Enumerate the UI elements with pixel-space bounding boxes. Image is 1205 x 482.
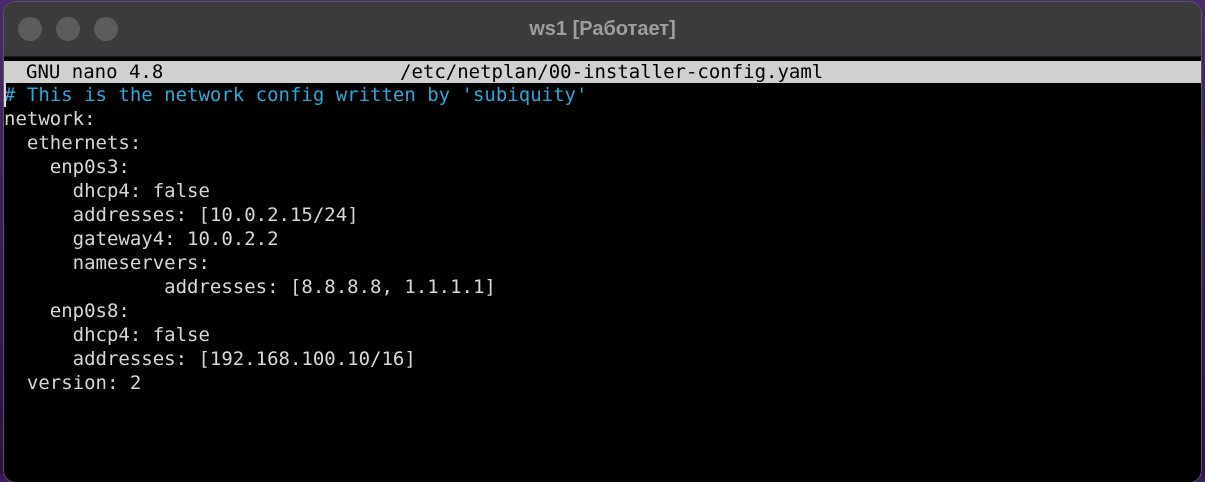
nano-title-bar: GNU nano 4.8 /etc/netplan/00-installer-c… xyxy=(4,61,1201,83)
editor-line: addresses: [8.8.8.8, 1.1.1.1] xyxy=(4,276,496,298)
desktop-background: ws1 [Работает] GNU nano 4.8 /etc/netplan… xyxy=(0,0,1205,482)
editor-line: enp0s3: xyxy=(4,156,130,178)
editor-line: dhcp4: false xyxy=(4,180,210,202)
nano-version: GNU nano 4.8 xyxy=(26,61,164,83)
editor-line: enp0s8: xyxy=(4,300,130,322)
vm-window: ws1 [Работает] GNU nano 4.8 /etc/netplan… xyxy=(4,2,1201,482)
text-cursor xyxy=(4,83,6,107)
nano-editor-buffer[interactable]: # This is the network config written by … xyxy=(4,83,1201,395)
terminal-screen[interactable]: GNU nano 4.8 /etc/netplan/00-installer-c… xyxy=(4,57,1201,482)
editor-line: addresses: [192.168.100.10/16] xyxy=(4,348,416,370)
window-title: ws1 [Работает] xyxy=(529,18,676,40)
window-titlebar[interactable]: ws1 [Работает] xyxy=(4,2,1201,57)
editor-line: ethernets: xyxy=(4,132,142,154)
editor-line: # This is the network config written by … xyxy=(4,84,588,106)
editor-line: network: xyxy=(4,108,96,130)
editor-line: addresses: [10.0.2.15/24] xyxy=(4,204,359,226)
editor-line: gateway4: 10.0.2.2 xyxy=(4,228,279,250)
editor-line: nameservers: xyxy=(4,252,210,274)
nano-file-path: /etc/netplan/00-installer-config.yaml xyxy=(400,61,824,83)
editor-line: dhcp4: false xyxy=(4,324,210,346)
editor-line: version: 2 xyxy=(4,372,142,394)
